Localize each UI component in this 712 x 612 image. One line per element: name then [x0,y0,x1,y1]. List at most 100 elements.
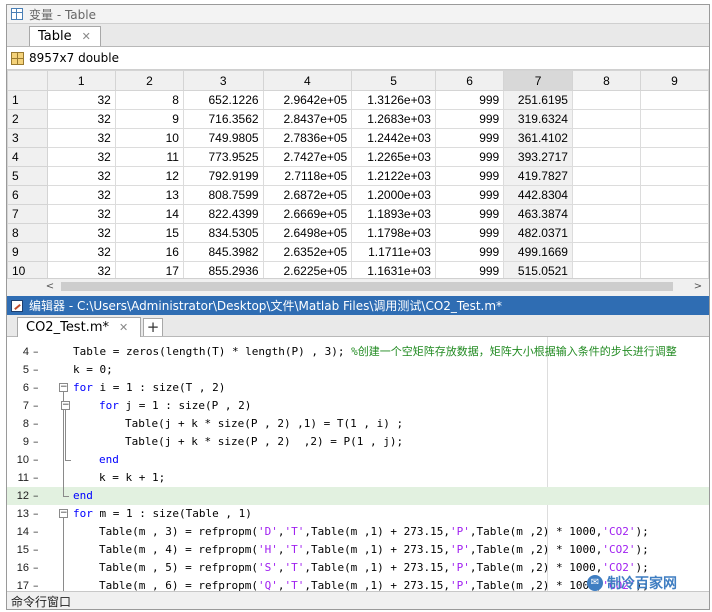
table-cell[interactable]: 792.9199 [182,166,264,186]
table-cell[interactable]: 1.1711e+03 [351,242,436,262]
table-cell[interactable]: 2.6498e+05 [262,223,353,243]
table-cell[interactable]: 999 [434,242,505,262]
tab-co2-test[interactable]: CO2_Test.m* ✕ [17,317,141,337]
status-bar[interactable]: 命令行窗口 [7,591,709,610]
breakpoint-marker[interactable]: – [33,523,43,541]
table-cell[interactable] [639,166,709,186]
row-header[interactable]: 2 [7,109,48,129]
code-line[interactable]: 15– Table(m , 4) = refpropm('H','T',Table… [7,541,709,559]
table-cell[interactable] [571,204,641,224]
table-cell[interactable] [571,147,641,167]
table-cell[interactable]: 1.3126e+03 [351,90,436,110]
table-cell[interactable]: 999 [434,261,505,278]
table-cell[interactable]: 2.6352e+05 [262,242,353,262]
table-cell[interactable]: 8 [114,90,184,110]
column-header-6[interactable]: 6 [434,70,505,91]
breakpoint-marker[interactable]: – [33,487,43,505]
breakpoint-marker[interactable]: – [33,577,43,591]
table-cell[interactable]: 999 [434,185,505,205]
code-line[interactable]: 14– Table(m , 3) = refpropm('D','T',Table… [7,523,709,541]
table-cell[interactable]: 13 [114,185,184,205]
table-cell[interactable]: 1.1893e+03 [351,204,436,224]
table-cell[interactable] [639,204,709,224]
row-header[interactable]: 6 [7,185,48,205]
table-cell[interactable]: 999 [434,128,505,148]
table-cell[interactable] [571,109,641,129]
table-cell[interactable] [571,223,641,243]
table-cell[interactable]: 845.3982 [182,242,264,262]
table-cell[interactable]: 1.1631e+03 [351,261,436,278]
horizontal-scrollbar[interactable]: < > [7,278,709,294]
row-header[interactable]: 5 [7,166,48,186]
table-cell[interactable]: 1.2683e+03 [351,109,436,129]
column-header-1[interactable]: 1 [46,70,116,91]
table-cell[interactable]: 749.9805 [182,128,264,148]
table-cell[interactable]: 515.0521 [503,261,573,278]
row-header[interactable]: 8 [7,223,48,243]
table-cell[interactable]: 855.2936 [182,261,264,278]
code-line[interactable]: 7– for j = 1 : size(P , 2) [7,397,709,415]
table-cell[interactable] [571,242,641,262]
breakpoint-marker[interactable]: – [33,379,43,397]
table-cell[interactable]: 32 [46,185,116,205]
table-cell[interactable] [571,261,641,278]
table-cell[interactable] [639,185,709,205]
breakpoint-marker[interactable]: – [33,505,43,523]
table-cell[interactable]: 32 [46,166,116,186]
row-header[interactable]: 10 [7,261,48,278]
table-cell[interactable]: 32 [46,147,116,167]
table-cell[interactable]: 32 [46,242,116,262]
scroll-right-icon[interactable]: > [691,279,705,294]
table-cell[interactable] [639,147,709,167]
table-cell[interactable]: 773.9525 [182,147,264,167]
table-cell[interactable]: 716.3562 [182,109,264,129]
table-cell[interactable]: 2.6225e+05 [262,261,353,278]
row-header[interactable]: 7 [7,204,48,224]
table-cell[interactable]: 1.2122e+03 [351,166,436,186]
code-line[interactable]: 13– for m = 1 : size(Table , 1) [7,505,709,523]
table-cell[interactable] [639,109,709,129]
tab-table[interactable]: Table ✕ [29,26,101,46]
table-cell[interactable]: 11 [114,147,184,167]
table-cell[interactable]: 361.4102 [503,128,573,148]
table-cell[interactable]: 32 [46,90,116,110]
table-cell[interactable] [639,223,709,243]
table-cell[interactable]: 32 [46,223,116,243]
scrollbar-thumb[interactable] [61,282,673,291]
table-cell[interactable]: 32 [46,204,116,224]
table-cell[interactable]: 14 [114,204,184,224]
table-cell[interactable]: 2.7427e+05 [262,147,353,167]
table-cell[interactable] [571,128,641,148]
column-header-9[interactable]: 9 [639,70,709,91]
table-cell[interactable]: 319.6324 [503,109,573,129]
fold-toggle-icon[interactable]: − [59,509,68,518]
table-cell[interactable]: 1.2000e+03 [351,185,436,205]
table-cell[interactable]: 463.3874 [503,204,573,224]
table-cell[interactable] [571,166,641,186]
table-cell[interactable] [639,90,709,110]
table-cell[interactable]: 2.6872e+05 [262,185,353,205]
code-editor[interactable]: 4– Table = zeros(length(T) * length(P) , … [7,337,709,591]
table-cell[interactable] [571,185,641,205]
table-cell[interactable]: 9 [114,109,184,129]
close-icon[interactable]: ✕ [119,321,128,334]
column-header-7[interactable]: 7 [503,70,573,91]
row-header[interactable]: 1 [7,90,48,110]
command-window-label[interactable]: 命令行窗口 [11,593,71,610]
table-cell[interactable]: 999 [434,223,505,243]
code-line[interactable]: 10– end [7,451,709,469]
table-cell[interactable]: 442.8304 [503,185,573,205]
table-cell[interactable] [639,242,709,262]
table-cell[interactable] [639,128,709,148]
row-header[interactable]: 3 [7,128,48,148]
table-cell[interactable]: 32 [46,261,116,278]
code-line[interactable]: 5– k = 0; [7,361,709,379]
table-cell[interactable]: 1.2265e+03 [351,147,436,167]
breakpoint-marker[interactable]: – [33,433,43,451]
column-header-5[interactable]: 5 [351,70,436,91]
table-cell[interactable]: 822.4399 [182,204,264,224]
table-cell[interactable] [571,90,641,110]
scroll-left-icon[interactable]: < [43,279,57,294]
column-header-3[interactable]: 3 [182,70,264,91]
table-cell[interactable]: 15 [114,223,184,243]
